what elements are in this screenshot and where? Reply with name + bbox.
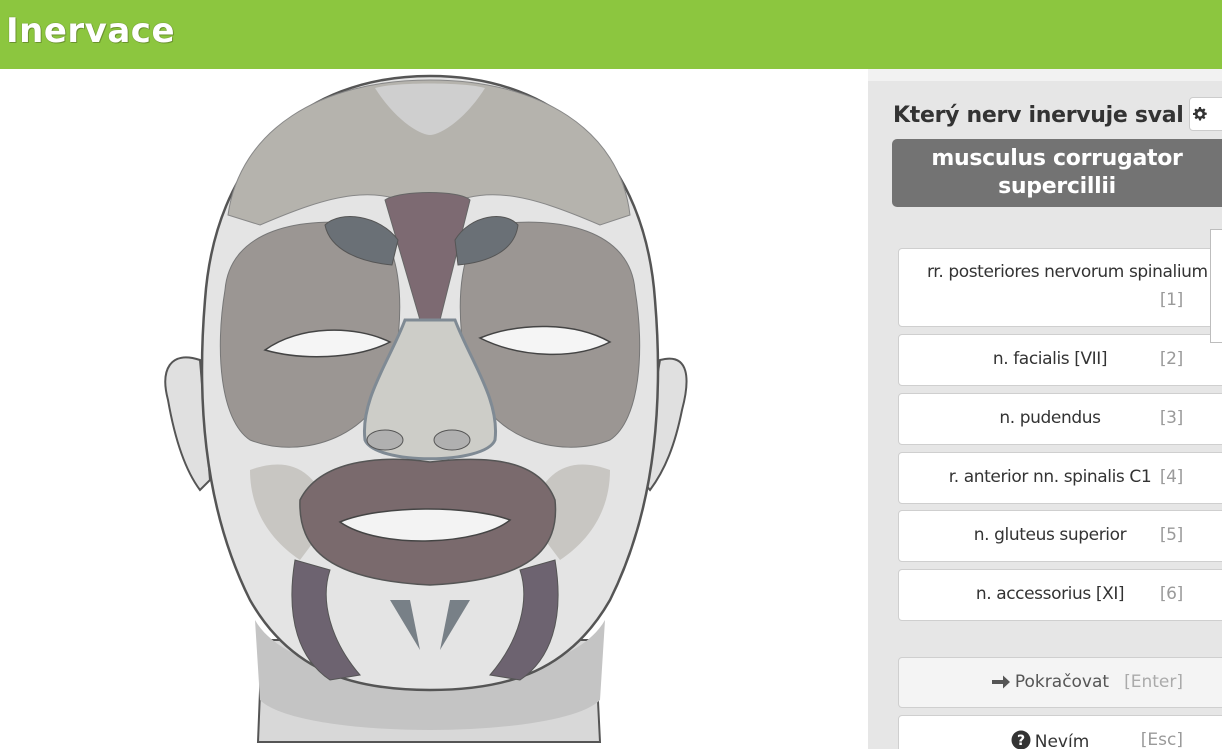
- muscle-name: musculus corrugator supercillii: [931, 146, 1183, 199]
- arrow-right-icon: [991, 675, 1010, 689]
- answer-option-label: r. anterior nn. spinalis C1: [948, 467, 1152, 487]
- face-muscles-illustration: [0, 69, 868, 749]
- dont-know-shortcut: [Esc]: [1140, 730, 1183, 749]
- settings-button[interactable]: [1189, 97, 1222, 131]
- question-circle-icon: ?: [1011, 730, 1031, 749]
- answer-option-label: rr. posteriores nervorum spinalium: [927, 262, 1208, 282]
- dont-know-label: Nevím: [1034, 732, 1090, 749]
- answer-option-shortcut: [4]: [1159, 467, 1183, 487]
- muscle-name-box: musculus corrugator supercillii: [892, 139, 1222, 207]
- svg-text:?: ?: [1017, 733, 1025, 749]
- scrollbar-thumb[interactable]: [1210, 229, 1222, 343]
- dont-know-button[interactable]: ? Nevím [Esc]: [898, 715, 1222, 749]
- app-logo[interactable]: Inervace: [6, 11, 175, 51]
- answer-option-label: n. accessorius [XI]: [975, 584, 1125, 604]
- continue-button[interactable]: Pokračovat [Enter]: [898, 657, 1222, 708]
- answer-option-shortcut: [5]: [1159, 525, 1183, 545]
- face-illustration-svg: [164, 74, 688, 743]
- quiz-panel: Který nerv inervuje sval musculus corrug…: [868, 69, 1222, 749]
- continue-shortcut: [Enter]: [1124, 672, 1183, 692]
- panel-top-strip: [868, 69, 1222, 81]
- answer-option-label: n. facialis [VII]: [992, 349, 1108, 369]
- app-header: Inervace: [0, 0, 1222, 69]
- answer-option-6[interactable]: n. accessorius [XI] [6]: [898, 569, 1222, 621]
- question-text: Který nerv inervuje sval: [893, 103, 1184, 128]
- continue-label: Pokračovat: [1014, 672, 1110, 692]
- answer-option-shortcut: [1]: [1159, 290, 1183, 310]
- answer-option-label: n. gluteus superior: [973, 525, 1127, 545]
- answer-option-3[interactable]: n. pudendus [3]: [898, 393, 1222, 445]
- answer-option-label: n. pudendus: [999, 408, 1101, 428]
- answer-option-4[interactable]: r. anterior nn. spinalis C1 [4]: [898, 452, 1222, 504]
- answer-option-shortcut: [2]: [1159, 349, 1183, 369]
- answer-option-5[interactable]: n. gluteus superior [5]: [898, 510, 1222, 562]
- answer-option-1[interactable]: rr. posteriores nervorum spinalium [1]: [898, 248, 1222, 327]
- answer-option-shortcut: [6]: [1159, 584, 1183, 604]
- answer-option-2[interactable]: n. facialis [VII] [2]: [898, 334, 1222, 386]
- answer-option-shortcut: [3]: [1159, 408, 1183, 428]
- gear-icon: [1193, 107, 1207, 121]
